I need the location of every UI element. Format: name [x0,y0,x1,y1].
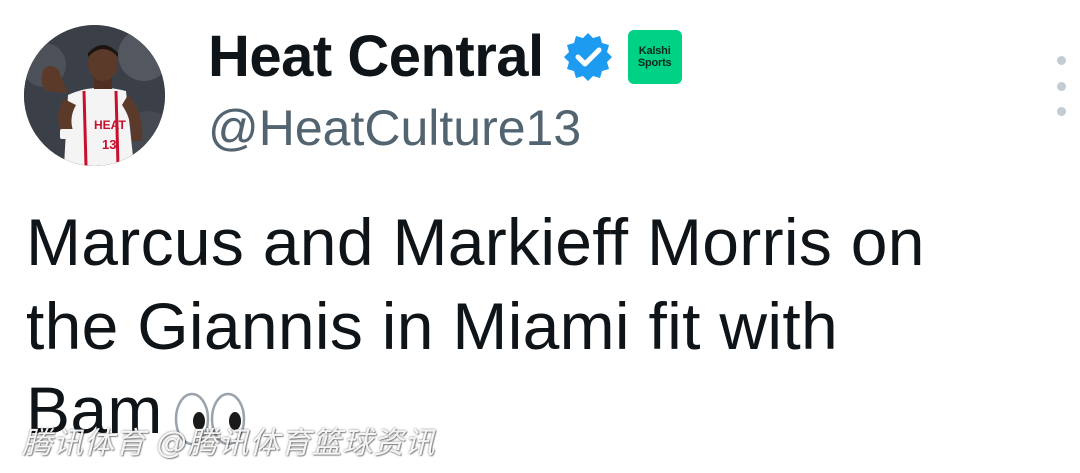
affiliate-badge-line1: Kalshi [638,45,671,57]
watermark: 腾讯体育 @腾讯体育篮球资讯 [22,426,436,461]
more-vertical-icon [1056,56,1066,65]
display-name[interactable]: Heat Central [208,24,544,90]
svg-text:HEAT: HEAT [94,118,126,132]
avatar[interactable]: HEAT 13 [24,25,165,166]
svg-text:13: 13 [102,137,116,152]
affiliate-badge[interactable]: Kalshi Sports [627,30,682,84]
tweet-card: HEAT 13 Heat Central Kalshi Sports @Heat… [0,0,1080,473]
tweet-text-line: the Giannis in Miami fit with [26,289,838,363]
more-vertical-icon-dot [1056,107,1066,116]
verified-badge-icon[interactable] [562,31,614,83]
author-name-row: Heat Central Kalshi Sports [208,24,682,90]
tweet-text: Marcus and Markieff Morris on the Gianni… [26,200,1066,452]
tweet-text-line: Marcus and Markieff Morris on [26,205,925,279]
affiliate-badge-line2: Sports [637,57,672,69]
more-options-button[interactable] [1046,56,1076,116]
player-avatar-icon: HEAT 13 [24,25,165,166]
author-handle[interactable]: @HeatCulture13 [208,98,581,158]
more-vertical-icon-dot [1056,81,1066,91]
